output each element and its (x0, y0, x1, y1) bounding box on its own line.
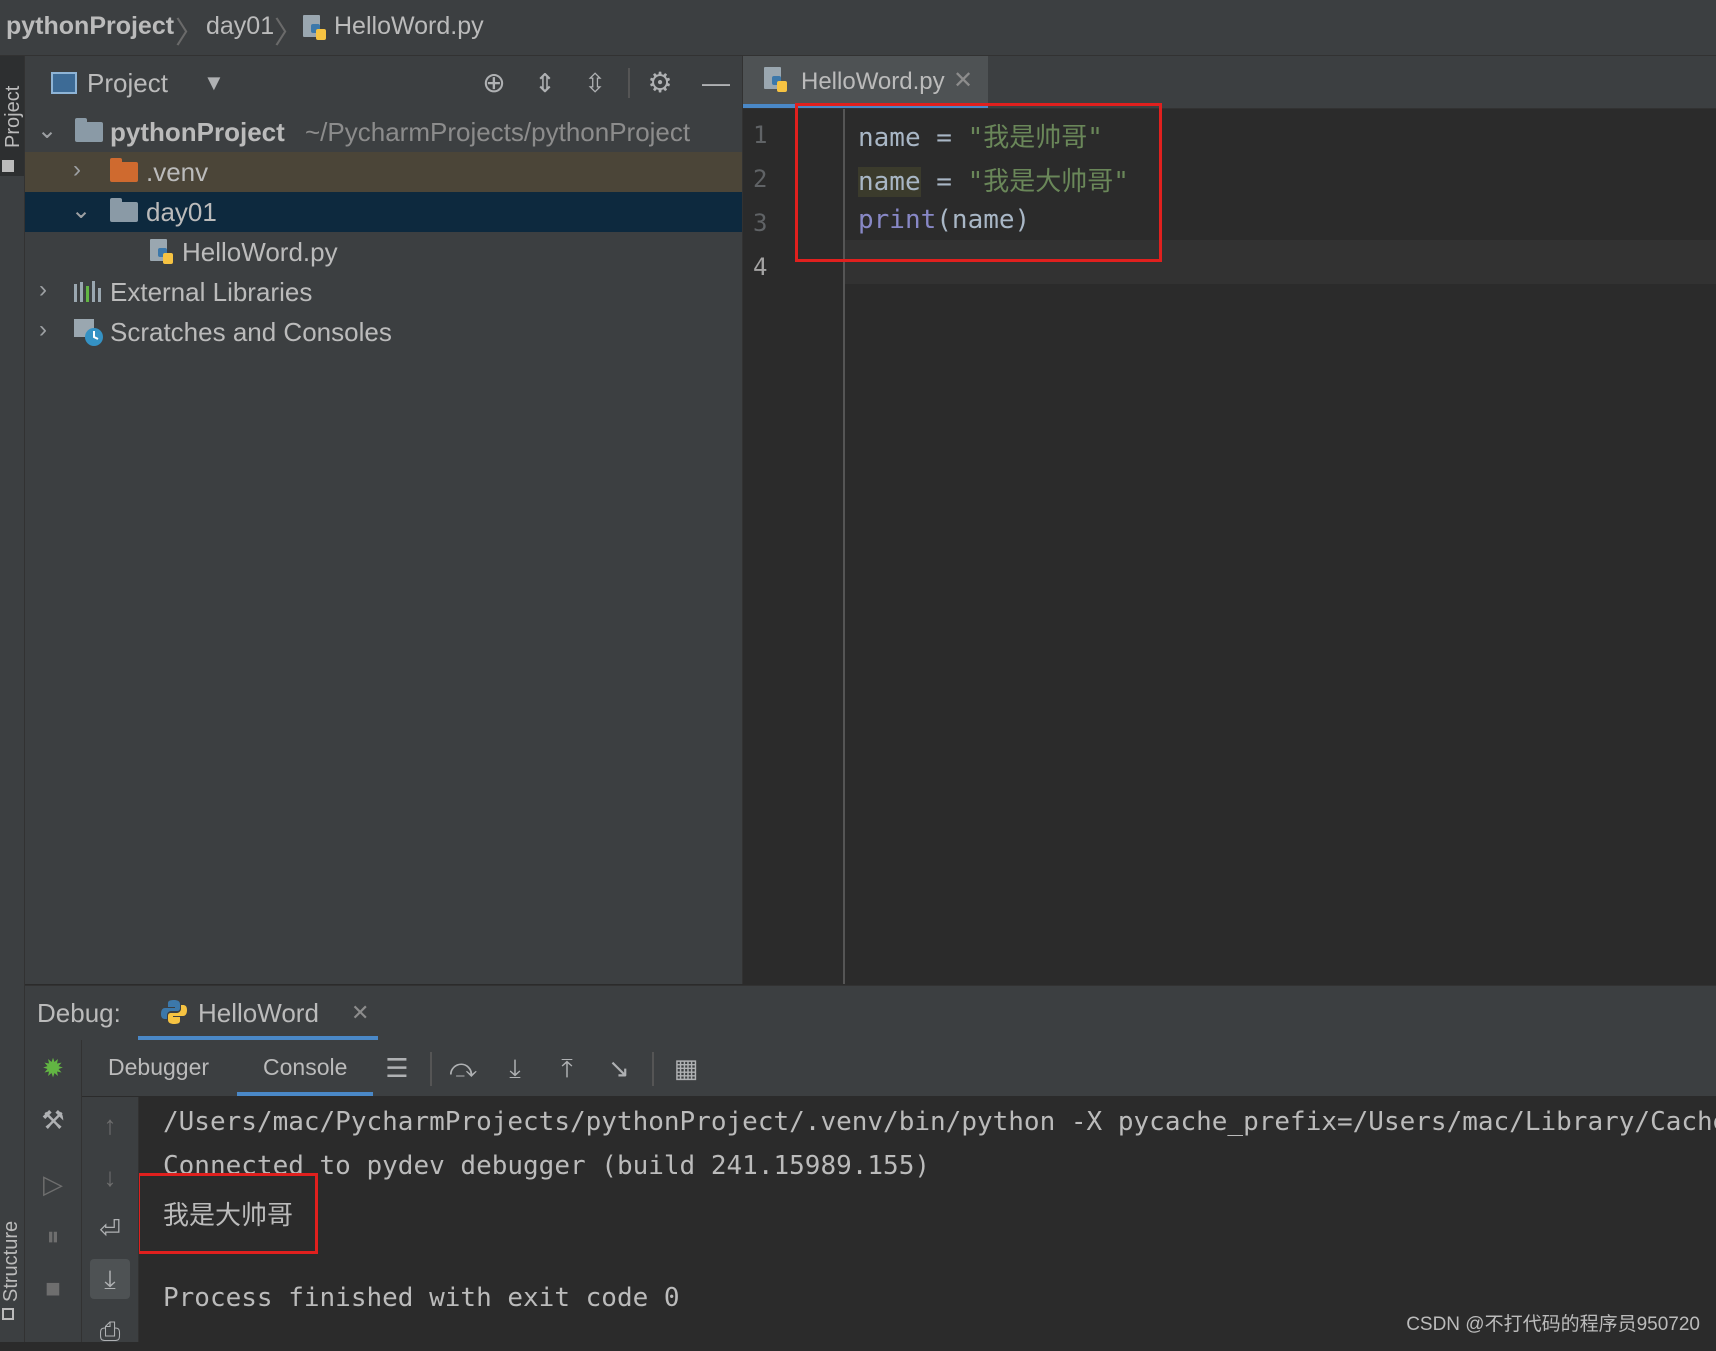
breadcrumb-file[interactable]: HelloWord.py (334, 12, 484, 41)
structure-icon (2, 1308, 14, 1320)
pause-icon[interactable]: ⏸ (33, 1216, 73, 1256)
tree-item-external-libraries[interactable]: › External Libraries (25, 272, 742, 312)
structure-tool-tab[interactable]: Structure (0, 1136, 24, 1336)
library-icon (73, 280, 103, 304)
editor-tab-helloword[interactable]: HelloWord.py ✕ (743, 56, 988, 108)
debug-run-tab[interactable]: HelloWord ✕ (138, 986, 378, 1040)
step-out-icon[interactable]: ⤒ (547, 1048, 587, 1088)
soft-wrap-icon[interactable]: ⏎ (90, 1209, 130, 1249)
evaluate-icon[interactable]: ▦ (666, 1048, 706, 1088)
resume-icon[interactable]: ▷ (33, 1164, 73, 1204)
project-panel-header: Project ▼ ⊕ ⇕ ⇳ ⚙ — (25, 56, 742, 110)
tree-item-label: Scratches and Consoles (110, 317, 392, 347)
chevron-down-icon[interactable]: ⌄ (37, 116, 57, 145)
code-editor[interactable]: 1 2 3 4 name = "我是帅哥" name = "我是大帅哥" pri… (743, 103, 1716, 984)
structure-tool-tab-label: Structure (0, 1220, 22, 1302)
arrow-down-icon[interactable]: ↓ (90, 1157, 130, 1197)
project-view-icon (51, 72, 77, 94)
line-number: 2 (753, 165, 768, 193)
tree-item-label: HelloWord.py (182, 237, 338, 267)
expand-all-icon[interactable]: ⇕ (528, 66, 562, 100)
line-number: 3 (753, 209, 768, 237)
tree-item-label: day01 (146, 197, 217, 227)
tree-root-path: ~/PycharmProjects/pythonProject (305, 117, 691, 147)
folder-icon (110, 158, 138, 182)
toolbar-divider (430, 1052, 432, 1086)
python-file-icon (763, 66, 789, 94)
scratches-icon (73, 318, 105, 348)
breadcrumb-project[interactable]: pythonProject (6, 12, 174, 41)
tree-item-scratches[interactable]: › Scratches and Consoles (25, 312, 742, 352)
breadcrumb-folder[interactable]: day01 (206, 12, 274, 41)
collapse-all-icon[interactable]: ⇳ (578, 66, 612, 100)
debug-toolbar: Debugger Console ☰ ⤼ ⤓ ⤒ ↘ ▦ (25, 1040, 1716, 1096)
debug-header: Debug: HelloWord ✕ (25, 985, 1716, 1041)
console-output[interactable]: /Users/mac/PycharmProjects/pythonProject… (139, 1097, 1716, 1342)
chevron-right-icon[interactable]: › (39, 276, 47, 304)
step-over-icon[interactable]: ⤼ (443, 1048, 483, 1088)
project-tool-tab[interactable]: Project (0, 56, 24, 176)
left-tool-stripe: Project Structure (0, 56, 25, 1342)
watermark: CSDN @不打代码的程序员950720 (1406, 1314, 1700, 1335)
step-into-icon[interactable]: ⤓ (495, 1048, 535, 1088)
python-file-icon (149, 238, 175, 266)
breadcrumb-separator: 〉 (175, 17, 205, 50)
line-number: 1 (753, 121, 768, 149)
menu-icon[interactable]: ☰ (377, 1048, 417, 1088)
tree-item-venv[interactable]: › .venv (25, 152, 742, 192)
folder-icon (2, 160, 14, 172)
code-highlight-box (795, 103, 1162, 262)
wrench-icon[interactable]: ⚒ (33, 1100, 73, 1140)
toolbar-divider (628, 68, 630, 98)
project-tool-tab-label: Project (2, 85, 24, 148)
output-highlight-box (139, 1173, 318, 1254)
editor-tab-label: HelloWord.py (801, 68, 945, 95)
project-panel: Project ▼ ⊕ ⇕ ⇳ ⚙ — ⌄ pythonProject ~/Py… (25, 56, 743, 984)
editor-tab-bar: HelloWord.py ✕ (743, 56, 1716, 109)
debug-run-tab-label: HelloWord (198, 998, 319, 1028)
python-file-icon (302, 14, 328, 42)
tree-item-label: .venv (146, 157, 209, 187)
chevron-down-icon[interactable]: ▼ (203, 70, 225, 96)
toolbar-divider (652, 1052, 654, 1086)
tree-item-root[interactable]: ⌄ pythonProject ~/PycharmProjects/python… (25, 112, 742, 152)
console-side-toolbar: ↑ ↓ ⏎ ⤓ ⎙ (82, 1097, 139, 1346)
console-line: Process finished with exit code 0 (163, 1283, 680, 1313)
tree-item-label: External Libraries (110, 277, 313, 307)
folder-icon (110, 198, 138, 222)
tree-item-day01[interactable]: ⌄ day01 (25, 192, 742, 232)
tab-console[interactable]: Console (237, 1040, 373, 1096)
run-to-cursor-icon[interactable]: ↘ (599, 1048, 639, 1088)
chevron-right-icon[interactable]: › (39, 316, 47, 344)
gear-icon[interactable]: ⚙ (643, 66, 677, 100)
tab-console-label: Console (263, 1054, 348, 1080)
minimize-icon[interactable]: — (699, 66, 733, 100)
project-panel-title[interactable]: Project (87, 68, 168, 99)
python-icon (160, 998, 188, 1026)
debug-label: Debug: (37, 998, 121, 1028)
stop-icon[interactable]: ■ (33, 1268, 73, 1308)
tree-item-helloword[interactable]: HelloWord.py (25, 232, 742, 272)
breadcrumb-separator: 〉 (274, 17, 304, 50)
close-icon[interactable]: ✕ (953, 66, 973, 95)
scroll-to-end-icon[interactable]: ⤓ (90, 1259, 130, 1299)
arrow-up-icon[interactable]: ↑ (90, 1105, 130, 1145)
bug-icon[interactable]: ✹ (33, 1048, 73, 1088)
chevron-right-icon[interactable]: › (73, 156, 81, 184)
print-icon[interactable]: ⎙ (90, 1311, 130, 1351)
console-line: /Users/mac/PycharmProjects/pythonProject… (163, 1107, 1716, 1137)
folder-icon (75, 118, 103, 142)
tab-debugger[interactable]: Debugger (108, 1054, 209, 1081)
locate-icon[interactable]: ⊕ (477, 66, 511, 100)
close-icon[interactable]: ✕ (351, 1000, 369, 1026)
breadcrumb: pythonProject 〉 day01 〉 HelloWord.py (0, 0, 1716, 56)
line-number: 4 (753, 253, 768, 281)
chevron-down-icon[interactable]: ⌄ (71, 196, 91, 225)
tree-root-name: pythonProject (110, 117, 285, 147)
debug-side-toolbar: ✹ ⚒ ▷ ⏸ ■ (25, 1040, 82, 1342)
